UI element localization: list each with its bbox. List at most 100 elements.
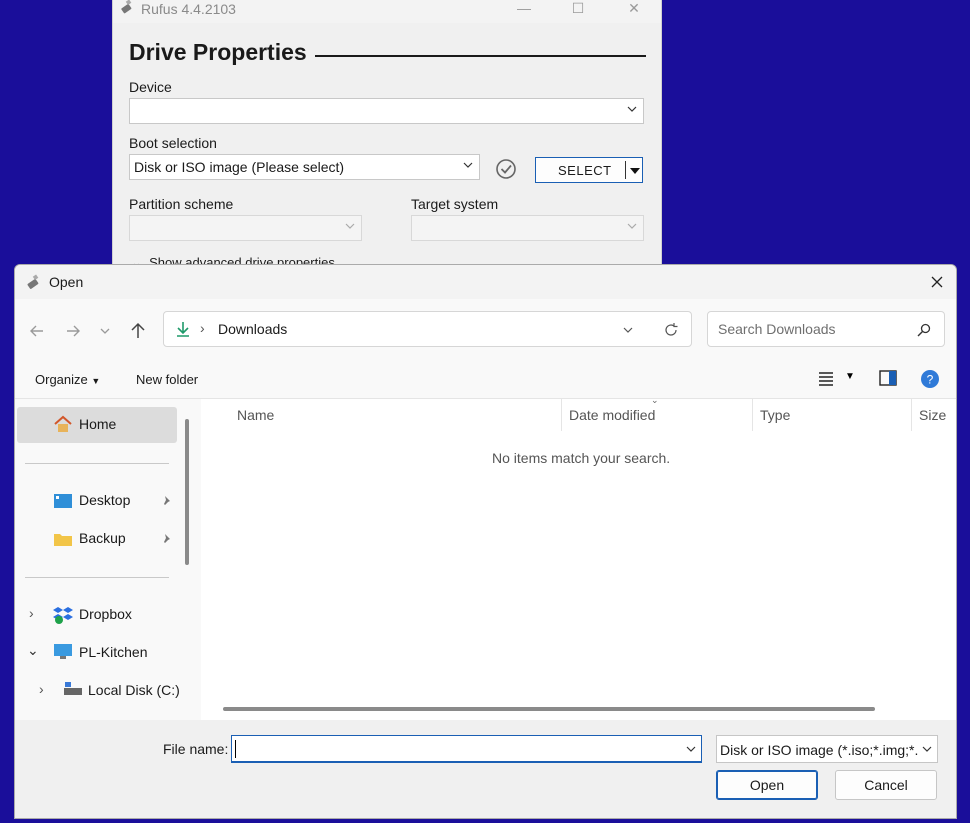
up-arrow-icon[interactable] [128,321,148,341]
column-divider[interactable] [561,399,562,431]
address-history-chevron-icon[interactable] [620,322,636,338]
device-dropdown[interactable] [129,98,644,124]
column-type[interactable]: Type [760,407,790,423]
nav-scrollbar[interactable] [185,419,189,565]
chevron-down-icon [922,746,932,752]
desktop-icon [54,494,72,508]
help-icon[interactable]: ? [920,369,940,389]
rufus-titlebar: Rufus 4.4.2103 — ☐ ✕ [113,0,661,23]
preview-pane-icon[interactable] [879,370,897,386]
caret-down-icon: ▼ [91,376,101,386]
file-list: Name ⌄ Date modified Type Size No items … [201,395,956,720]
nav-label-desktop: Desktop [79,492,131,508]
target-system-label: Target system [411,196,499,212]
svg-text:?: ? [927,373,934,387]
device-label: Device [129,79,172,95]
target-system-dropdown[interactable] [411,215,644,241]
expand-chevron-icon[interactable]: › [39,681,44,697]
view-options-caret-icon[interactable]: ▼ [845,371,855,382]
pin-icon[interactable] [161,533,173,545]
column-divider[interactable] [911,399,912,431]
forward-arrow-icon[interactable] [63,321,83,341]
boot-selection-dropdown[interactable]: Disk or ISO image (Please select) [129,154,480,180]
breadcrumb-downloads[interactable]: Downloads [218,321,287,337]
nav-label-dropbox: Dropbox [79,606,132,622]
minimize-button[interactable]: — [509,0,539,19]
usb-drive-icon [121,0,132,14]
select-button[interactable]: SELECT [535,157,643,183]
open-button[interactable]: Open [716,770,818,800]
computer-icon [54,644,72,659]
boot-selection-value: Disk or ISO image (Please select) [134,159,345,175]
file-type-value: Disk or ISO image (*.iso;*.img;*.vhd;*.v… [720,742,918,758]
boot-selection-label: Boot selection [129,135,217,151]
nav-item-home[interactable]: Home [17,407,177,443]
column-size[interactable]: Size [919,407,946,423]
open-dialog: Open › Downloads Search Downloads Organi… [14,264,957,819]
rufus-title: Rufus 4.4.2103 [141,1,236,17]
chevron-down-icon[interactable] [685,742,697,756]
dropbox-icon [53,607,73,624]
partition-scheme-dropdown[interactable] [129,215,362,241]
search-box[interactable]: Search Downloads [707,311,945,347]
close-button[interactable]: ✕ [619,0,649,19]
chevron-down-icon [627,106,637,112]
chevron-down-icon [627,223,637,229]
new-folder-button[interactable]: New folder [136,372,198,387]
command-toolbar: Organize ▼ New folder ▼ ? [15,361,956,399]
text-cursor [235,740,236,758]
nav-item-dropbox[interactable]: › Dropbox [15,597,185,633]
breadcrumb-chevron-icon: › [200,320,205,336]
navigation-bar: › Downloads Search Downloads [15,299,956,361]
list-view-icon[interactable] [817,371,835,387]
chevron-down-icon [463,162,473,168]
nav-item-local-disk[interactable]: › Local Disk (C:) [15,673,185,709]
nav-label-local-disk: Local Disk (C:) [88,682,180,698]
download-arrow-icon [177,322,189,337]
pin-icon[interactable] [161,495,173,507]
file-type-dropdown[interactable]: Disk or ISO image (*.iso;*.img;*.vhd;*.v… [716,735,938,763]
usb-drive-icon [27,274,39,289]
section-heading: Drive Properties [129,39,307,65]
select-button-label: SELECT [558,163,612,178]
nav-divider [25,463,169,464]
dialog-titlebar: Open [15,265,956,299]
nav-label-backup: Backup [79,530,126,546]
nav-label-pl-kitchen: PL-Kitchen [79,644,148,660]
folder-icon [54,534,72,546]
file-name-label: File name: [163,741,229,757]
maximize-button[interactable]: ☐ [563,0,593,19]
sort-chevron-icon: ⌄ [651,395,659,405]
horizontal-scrollbar[interactable] [223,707,875,711]
nav-label-home: Home [79,416,117,432]
check-hash-icon[interactable] [495,158,517,180]
drive-icon [64,682,82,695]
back-arrow-icon[interactable] [27,321,47,341]
nav-item-backup[interactable]: Backup [15,521,185,557]
file-name-input[interactable] [234,738,678,760]
recent-locations-chevron-icon[interactable] [95,321,115,341]
refresh-icon[interactable] [663,322,679,338]
dropdown-arrow-icon[interactable] [629,163,641,177]
file-name-field[interactable] [231,735,702,763]
section-divider [315,55,646,57]
column-divider[interactable] [752,399,753,431]
rufus-window: Rufus 4.4.2103 — ☐ ✕ Drive Properties De… [112,0,662,270]
dialog-footer: File name: Disk or ISO image (*.iso;*.im… [15,720,956,818]
nav-item-desktop[interactable]: Desktop [15,483,185,519]
chevron-down-icon [345,223,355,229]
address-bar[interactable]: › Downloads [163,311,692,347]
search-placeholder: Search Downloads [718,321,836,337]
organize-menu[interactable]: Organize ▼ [35,372,100,387]
column-name[interactable]: Name [237,407,274,423]
nav-item-pl-kitchen[interactable]: ⌄ PL-Kitchen [15,635,185,671]
column-date-modified[interactable]: Date modified [569,407,655,423]
cancel-button[interactable]: Cancel [835,770,937,800]
navigation-pane: Home Desktop Backup › Dropbox ⌄ PL-Kitch… [15,399,201,720]
close-icon[interactable] [924,271,950,293]
expand-chevron-icon[interactable]: › [29,605,34,621]
nav-divider [25,577,169,578]
search-icon[interactable] [916,322,932,338]
collapse-chevron-icon[interactable]: ⌄ [27,642,39,659]
partition-scheme-label: Partition scheme [129,196,234,212]
